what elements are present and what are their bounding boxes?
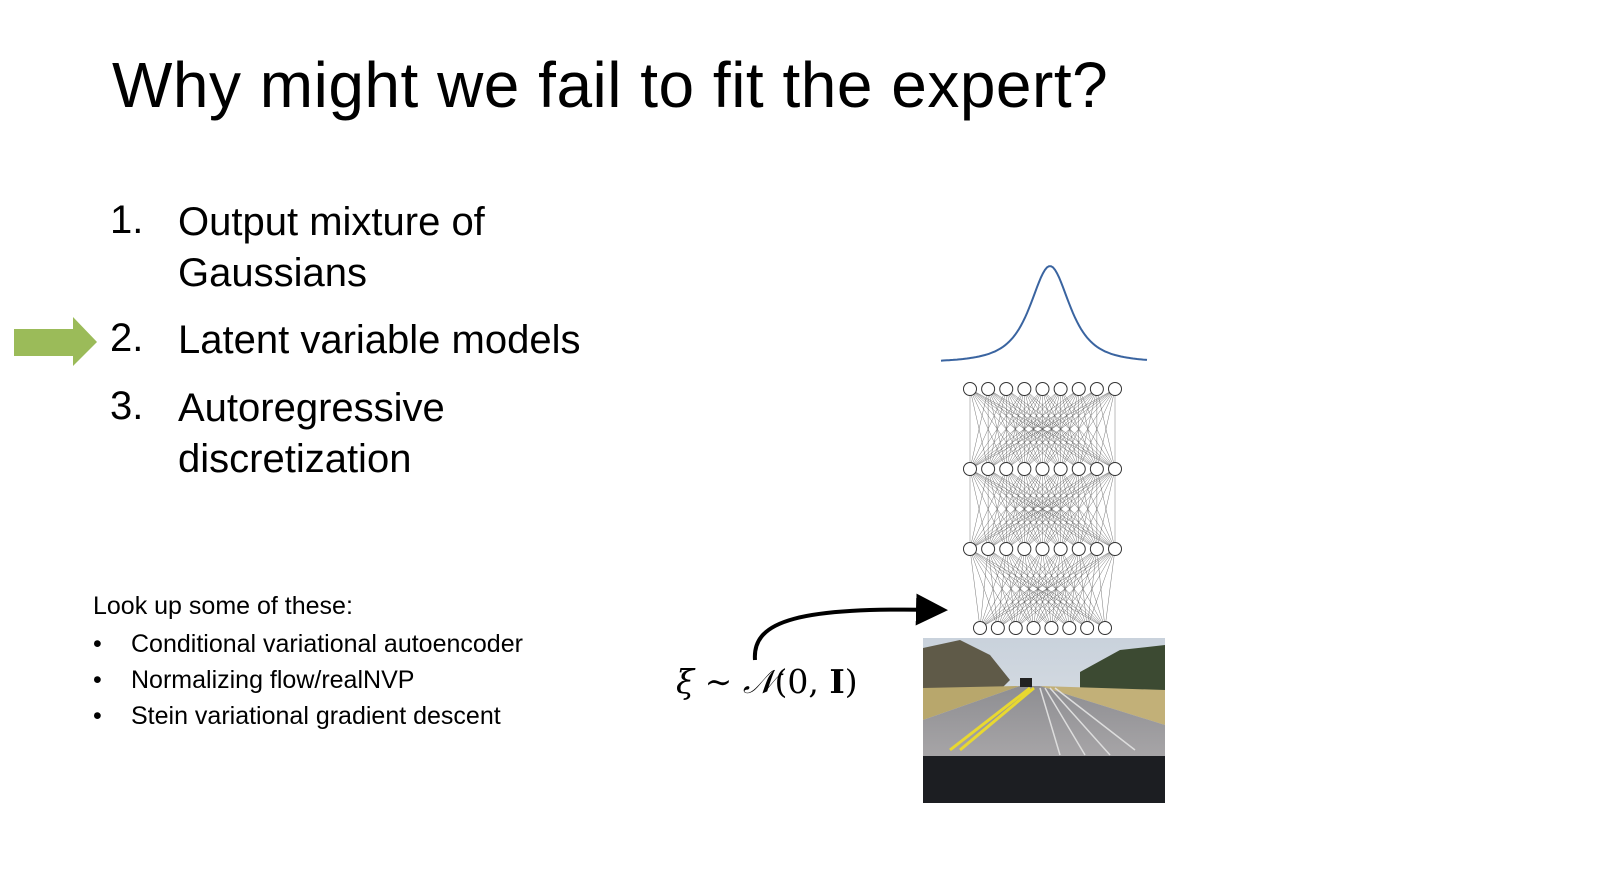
network-node [1035, 462, 1050, 476]
network-node [1089, 462, 1104, 476]
network-node [963, 462, 977, 476]
network-node [1098, 621, 1112, 635]
network-diagram [752, 265, 1165, 803]
network-node [1071, 542, 1086, 556]
network-node [1089, 382, 1104, 396]
network-node [1017, 382, 1032, 396]
network-edge [1104, 548, 1116, 629]
network-node [1053, 462, 1068, 476]
network-node [1053, 382, 1068, 396]
gaussian-curve [940, 265, 1148, 362]
network-node [1071, 382, 1086, 396]
network-node [1035, 542, 1050, 556]
network-node [981, 382, 996, 396]
network-node [1035, 382, 1050, 396]
noise-arrow [752, 593, 948, 661]
neural-network [963, 382, 1122, 635]
network-node [963, 382, 977, 396]
network-node [1108, 462, 1122, 476]
network-node [1108, 382, 1122, 396]
network-edge [969, 548, 981, 629]
network-node [1053, 542, 1068, 556]
network-node [999, 462, 1014, 476]
network-node [1026, 621, 1041, 635]
network-node [999, 542, 1014, 556]
network-node [1017, 462, 1032, 476]
network-edge [979, 548, 1043, 629]
network-edge [1069, 548, 1116, 629]
network-node [1089, 542, 1104, 556]
network-edge [1033, 548, 1116, 629]
network-node [999, 382, 1014, 396]
network-node [990, 621, 1005, 635]
network-node [1062, 621, 1077, 635]
network-node [981, 462, 996, 476]
network-node [1008, 621, 1023, 635]
network-node [1108, 542, 1122, 556]
network-node [1080, 621, 1095, 635]
network-node [1017, 542, 1032, 556]
network-node [1071, 462, 1086, 476]
network-node [963, 542, 977, 556]
network-node [973, 621, 987, 635]
network-node [981, 542, 996, 556]
road-camera-image [923, 638, 1165, 803]
network-node [1044, 621, 1059, 635]
